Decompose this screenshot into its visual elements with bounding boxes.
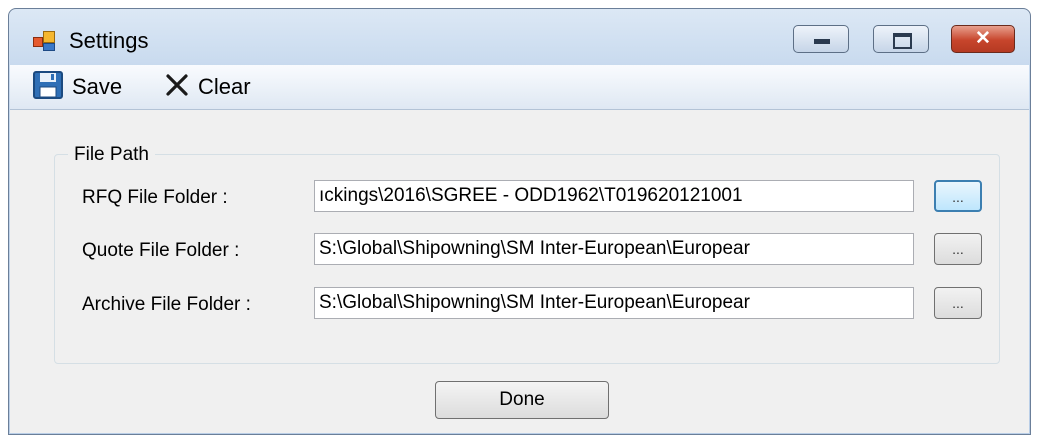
save-label: Save bbox=[72, 74, 123, 99]
quote-folder-label: Quote File Folder : bbox=[82, 240, 240, 261]
archive-folder-label: Archive File Folder : bbox=[82, 294, 251, 315]
clear-button[interactable]: Clear bbox=[164, 71, 251, 103]
maximize-icon bbox=[893, 33, 912, 49]
x-icon bbox=[164, 72, 190, 103]
done-button[interactable]: Done bbox=[435, 381, 609, 419]
quote-browse-button[interactable]: ... bbox=[934, 233, 982, 265]
file-path-group-title: File Path bbox=[68, 144, 155, 166]
close-button[interactable]: ✕ bbox=[951, 25, 1015, 53]
archive-folder-input[interactable]: S:\Global\Shipowning\SM Inter-European\E… bbox=[314, 287, 914, 319]
close-icon: ✕ bbox=[975, 28, 991, 49]
window-title: Settings bbox=[69, 28, 149, 53]
floppy-disk-icon bbox=[32, 70, 64, 105]
rfq-browse-button[interactable]: ... bbox=[934, 180, 982, 212]
rfq-folder-input[interactable]: ıckings\2016\SGREE - ODD1962\T0196201210… bbox=[314, 180, 914, 212]
clear-label: Clear bbox=[198, 74, 251, 99]
rfq-folder-label: RFQ File Folder : bbox=[82, 187, 228, 208]
minimize-icon bbox=[814, 39, 830, 44]
save-button[interactable]: Save bbox=[32, 70, 123, 105]
app-icon bbox=[33, 31, 55, 51]
settings-content: File Path RFQ File Folder : ıckings\2016… bbox=[10, 110, 1029, 433]
quote-folder-input[interactable]: S:\Global\Shipowning\SM Inter-European\E… bbox=[314, 233, 914, 265]
minimize-button[interactable] bbox=[793, 25, 849, 53]
toolbar: Save Clear bbox=[10, 65, 1029, 110]
title-bar[interactable]: Settings ✕ bbox=[9, 9, 1030, 65]
maximize-button[interactable] bbox=[873, 25, 929, 53]
archive-browse-button[interactable]: ... bbox=[934, 287, 982, 319]
settings-window: Settings ✕ Save Clear File Path RFQ File… bbox=[8, 8, 1031, 435]
